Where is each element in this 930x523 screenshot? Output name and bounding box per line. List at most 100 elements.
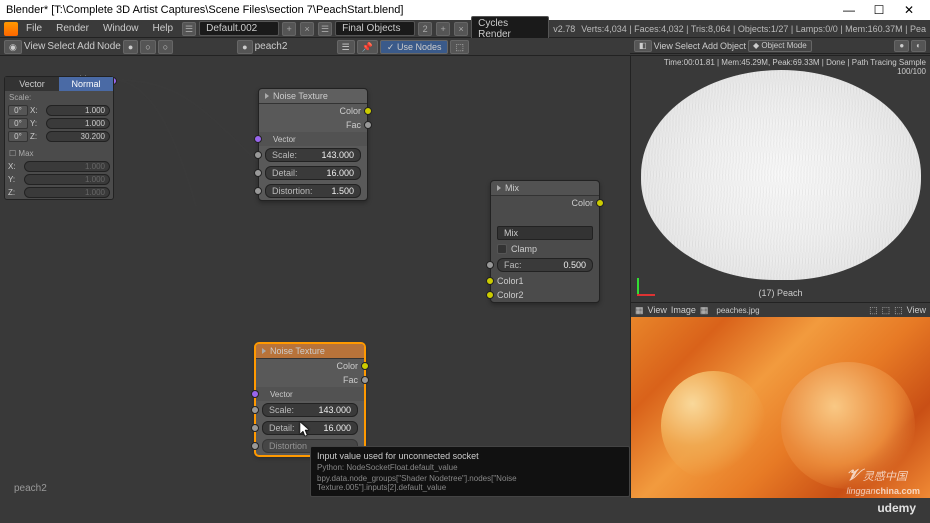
use-nodes-toggle[interactable]: ✓ Use Nodes [380,40,449,54]
menu-help[interactable]: Help [147,23,180,34]
scene-count-icon[interactable]: 2 [418,22,432,36]
vector-input-socket[interactable] [254,135,262,143]
blend-mode-select[interactable]: Mix [497,226,593,240]
layout-add-icon[interactable]: + [282,22,296,36]
editor-type-icon[interactable]: ◉ [4,40,22,54]
detail-input-socket[interactable] [251,424,259,432]
scene-field[interactable]: Final Objects [335,21,415,36]
node-menu-view[interactable]: View [24,41,46,52]
tooltip-path: bpy.data.node_groups["Shader Nodetree"].… [317,474,623,492]
maximize-button[interactable]: ☐ [864,3,894,17]
color-output-socket[interactable] [596,199,604,207]
scale-field[interactable]: Scale:143.000 [265,148,361,162]
node-menu-select[interactable]: Select [47,41,75,52]
rot-y-btn[interactable]: 0° [8,118,28,129]
clamp-checkbox[interactable]: Clamp [497,244,593,254]
scene-add-icon[interactable]: + [436,22,450,36]
tab-normal[interactable]: Normal [59,77,113,91]
rot-x-btn[interactable]: 0° [8,105,28,116]
shader-type2-icon[interactable]: ○ [140,40,155,54]
scene-del-icon[interactable]: × [454,22,468,36]
detail-input-socket[interactable] [254,169,262,177]
img-browse-icon[interactable]: ▦ [700,305,709,316]
vmenu-view[interactable]: View [654,41,673,51]
fac-input-socket[interactable] [486,261,494,269]
menu-render[interactable]: Render [50,23,95,34]
shader-type-icon[interactable]: ● [123,40,138,54]
scale-y-value[interactable]: 1.000 [46,118,110,129]
scale-input-socket[interactable] [251,406,259,414]
material-count-icon[interactable]: ☰ [337,40,355,54]
scale-z-row[interactable]: 0° Z: 30.200 [5,130,113,143]
material-pin-icon[interactable]: 📌 [357,40,378,54]
layout-del-icon[interactable]: × [300,22,314,36]
collapse-icon[interactable] [262,348,266,354]
layout-field[interactable]: Default.002 [199,21,279,36]
max-y-row[interactable]: Y:1.000 [5,173,113,186]
rot-z-btn[interactable]: 0° [8,131,28,142]
color1-input-socket[interactable] [486,277,494,285]
scale-field[interactable]: Scale:143.000 [262,403,358,417]
node-editor-area[interactable]: Vector Vector Normal Scale: 0° X: 1.000 … [0,56,630,498]
shader-type3-icon[interactable]: ○ [158,40,173,54]
image-file-field[interactable]: peaches.jpg [712,306,772,315]
viewport-type-icon[interactable]: ◧ [634,40,652,52]
fac-output-socket[interactable] [361,376,369,384]
noise-texture-node-2[interactable]: Noise Texture Color Fac Vector Scale:143… [255,343,365,456]
fac-field[interactable]: Fac:0.500 [497,258,593,272]
img-btn1-icon[interactable]: ⬚ [869,305,878,316]
viewport-3d[interactable]: Time:00:01.81 | Mem:45.29M, Peak:69.33M … [630,56,930,302]
menu-window[interactable]: Window [97,23,145,34]
scale-input-socket[interactable] [254,151,262,159]
layout-browse-icon[interactable]: ☰ [182,22,196,36]
distortion-input-socket[interactable] [254,187,262,195]
axis-gizmo-icon [637,272,661,296]
vector-input-socket[interactable] [251,390,259,398]
editor-type-icon[interactable]: ▦ [635,305,644,316]
noise-texture-node-1[interactable]: Noise Texture Color Fac Vector Scale:143… [258,88,368,201]
vmenu-object[interactable]: Object [720,41,746,51]
img-menu-image[interactable]: Image [671,305,696,315]
collapse-icon[interactable] [265,93,269,99]
distortion-input-socket[interactable] [251,442,259,450]
color-output-socket[interactable] [364,107,372,115]
img-btn2-icon[interactable]: ⬚ [882,305,891,316]
node-menu-add[interactable]: Add [77,41,95,52]
color-output-socket[interactable] [361,362,369,370]
scale-section-label: Scale: [5,91,113,104]
material-browse-icon[interactable]: ● [237,40,252,54]
scale-z-value[interactable]: 30.200 [46,131,110,142]
tooltip: Input value used for unconnected socket … [310,446,630,497]
vmenu-select[interactable]: Select [675,41,700,51]
detail-field[interactable]: Detail:16.000 [265,166,361,180]
fac-output-socket[interactable] [364,121,372,129]
scale-y-row[interactable]: 0° Y: 1.000 [5,117,113,130]
minimize-button[interactable]: — [834,3,864,17]
color2-input-socket[interactable] [486,291,494,299]
distortion-field[interactable]: Distortion:1.500 [265,184,361,198]
tab-vector[interactable]: Vector [5,77,59,91]
max-x-row[interactable]: X:1.000 [5,160,113,173]
img-menu-view[interactable]: View [648,305,667,315]
scale-x-value[interactable]: 1.000 [46,105,110,116]
img-view-btn[interactable]: View [907,305,926,315]
shading2-icon[interactable]: ◐ [911,40,926,52]
mix-node[interactable]: Mix Color Mix Clamp Fac:0.500 Color1 Col… [490,180,600,303]
close-button[interactable]: ✕ [894,3,924,17]
mode-select[interactable]: ◆ Object Mode [748,40,812,52]
rendered-peach-object[interactable] [641,70,921,280]
material-field[interactable]: peach2 [255,41,335,52]
img-btn3-icon[interactable]: ⬚ [894,305,903,316]
shading-icon[interactable]: ● [894,40,909,52]
max-z-row[interactable]: Z:1.000 [5,186,113,199]
scale-x-row[interactable]: 0° X: 1.000 [5,104,113,117]
max-section-label[interactable]: ☐ Max [5,147,113,160]
collapse-icon[interactable] [497,185,501,191]
vmenu-add[interactable]: Add [702,41,718,51]
color-output-label: Color [336,361,358,371]
node-menu-node[interactable]: Node [97,41,121,52]
scene-browse-icon[interactable]: ☰ [318,22,332,36]
backdrop-icon[interactable]: ⬚ [450,40,469,54]
menu-file[interactable]: File [20,23,48,34]
mapping-panel[interactable]: Vector Normal Scale: 0° X: 1.000 0° Y: 1… [4,76,114,200]
